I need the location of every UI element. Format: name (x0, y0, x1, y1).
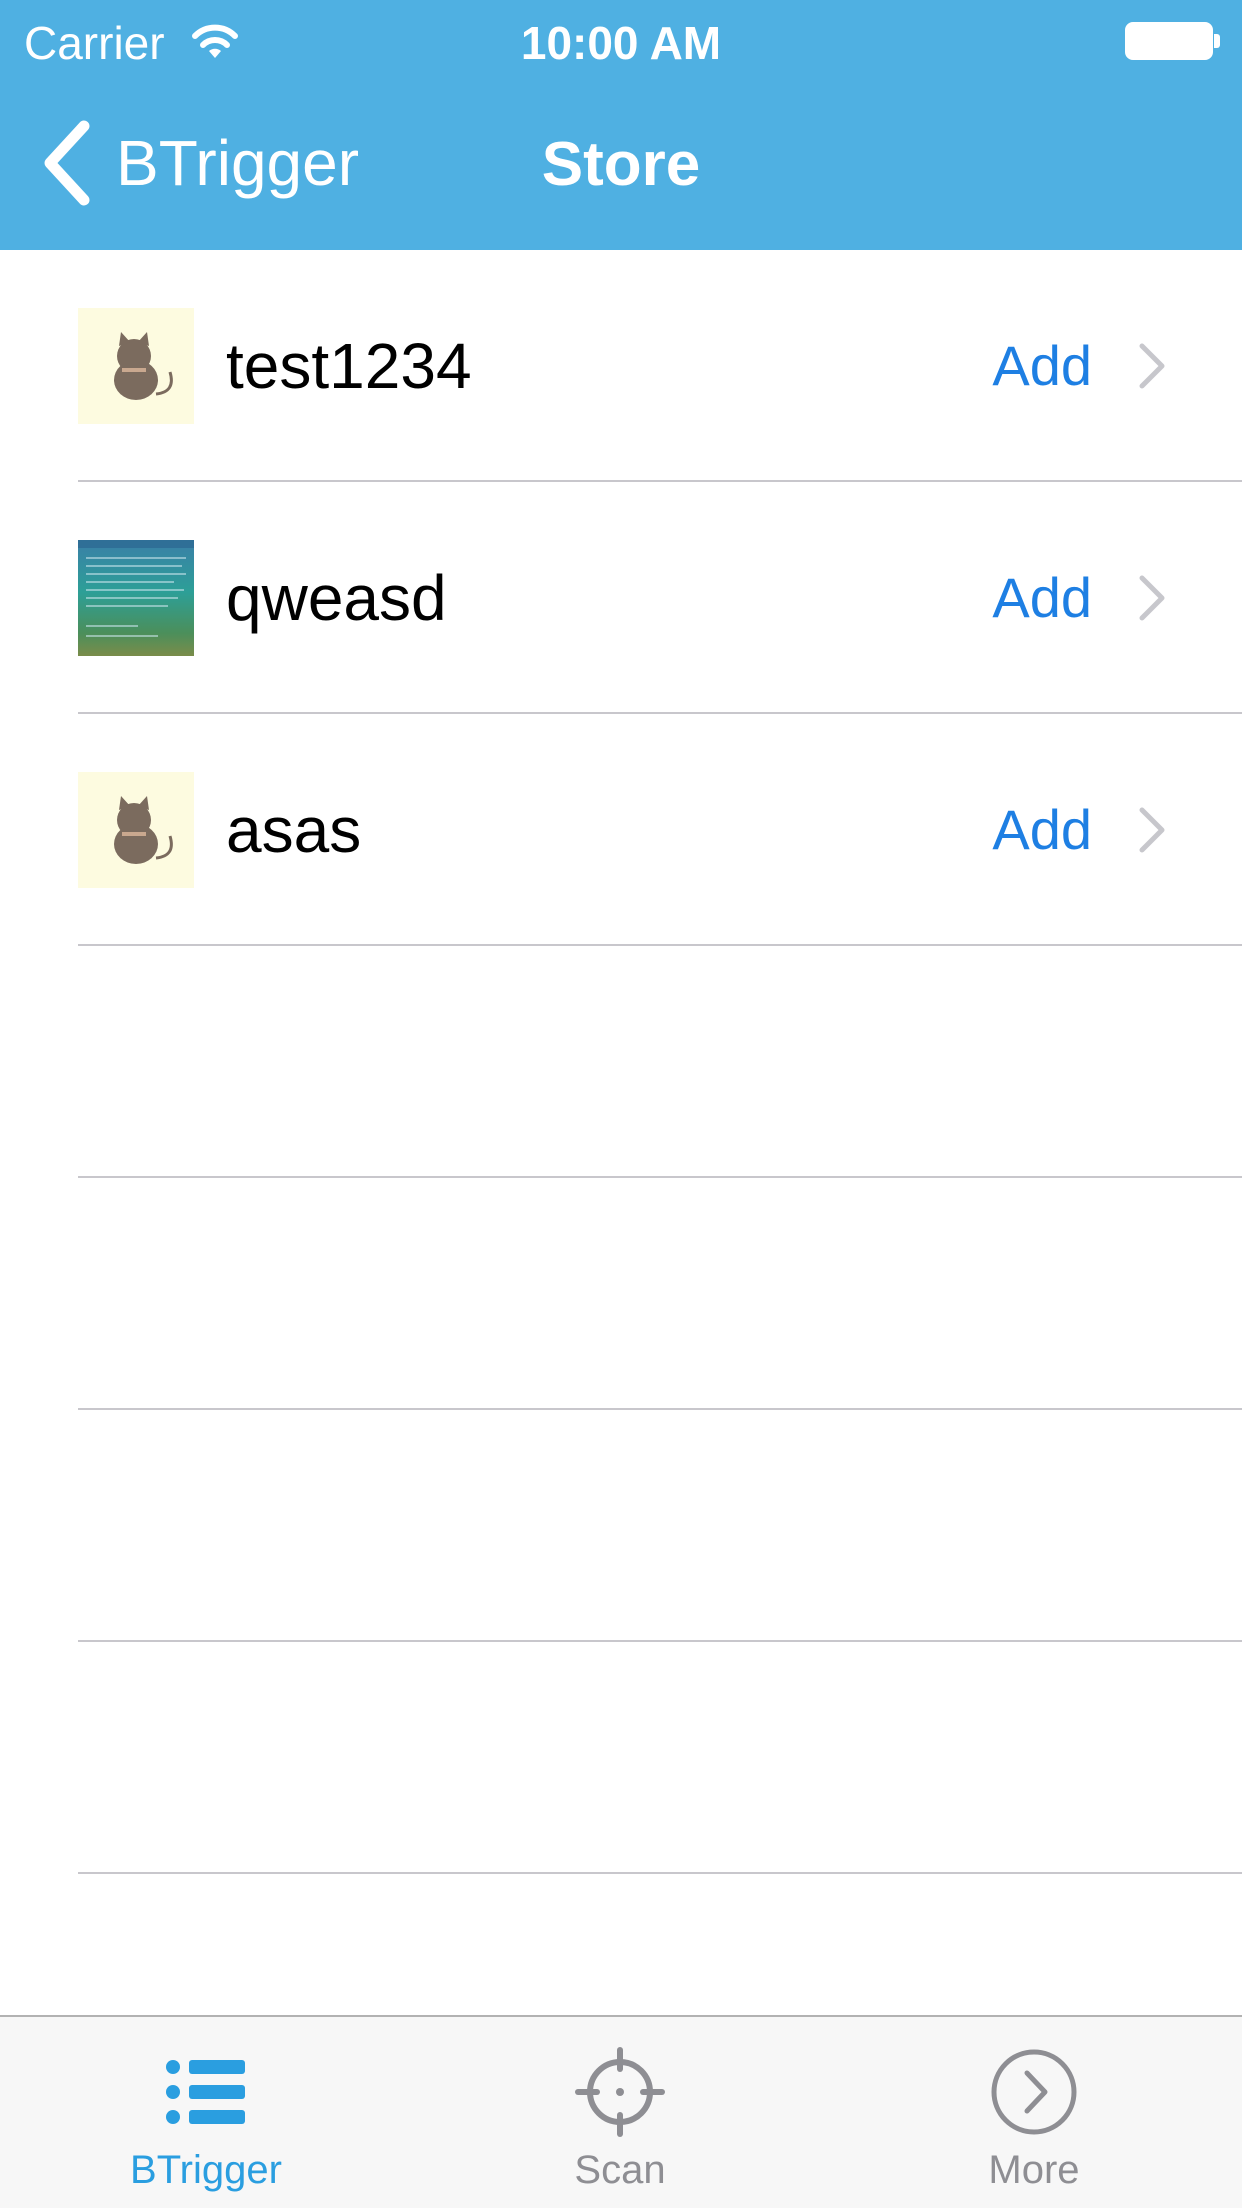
tab-bar: BTrigger Scan More (0, 2015, 1242, 2208)
add-button[interactable]: Add (992, 308, 1092, 424)
chevron-right-icon (1139, 343, 1165, 389)
tab-label: Scan (574, 2148, 666, 2192)
battery-icon (1125, 22, 1213, 60)
item-name: test1234 (226, 330, 472, 402)
list-item[interactable]: test1234 Add (0, 250, 1242, 482)
battery-tip (1214, 34, 1220, 48)
add-button[interactable]: Add (992, 772, 1092, 888)
empty-row (0, 946, 1242, 1178)
chevron-right-icon (1139, 807, 1165, 853)
store-list: test1234 Add qweasd Add asas Add (0, 250, 1242, 1874)
item-name: qweasd (226, 562, 447, 634)
cat-icon (78, 772, 194, 888)
list-item[interactable]: asas Add (0, 714, 1242, 946)
tab-btrigger[interactable]: BTrigger (56, 2017, 356, 2208)
tab-label: BTrigger (130, 2148, 282, 2192)
navigation-bar: Carrier 10:00 AM BTrigger Store (0, 0, 1242, 250)
cat-icon (78, 308, 194, 424)
empty-row (0, 1410, 1242, 1642)
tab-more[interactable]: More (884, 2017, 1184, 2208)
add-button[interactable]: Add (992, 540, 1092, 656)
tab-scan[interactable]: Scan (470, 2017, 770, 2208)
tab-label: More (988, 2148, 1080, 2192)
chevron-right-icon (1139, 575, 1165, 621)
screenshot-thumbnail (78, 540, 194, 656)
chevron-circle-icon (991, 2049, 1077, 2135)
empty-row (0, 1642, 1242, 1874)
item-name: asas (226, 794, 362, 866)
crosshair-icon (575, 2047, 665, 2137)
list-item[interactable]: qweasd Add (0, 482, 1242, 714)
page-title: Store (541, 130, 701, 199)
list-icon (166, 2060, 245, 2124)
row-separator (78, 1872, 1242, 1874)
empty-row (0, 1178, 1242, 1410)
status-time: 10:00 AM (520, 17, 722, 69)
